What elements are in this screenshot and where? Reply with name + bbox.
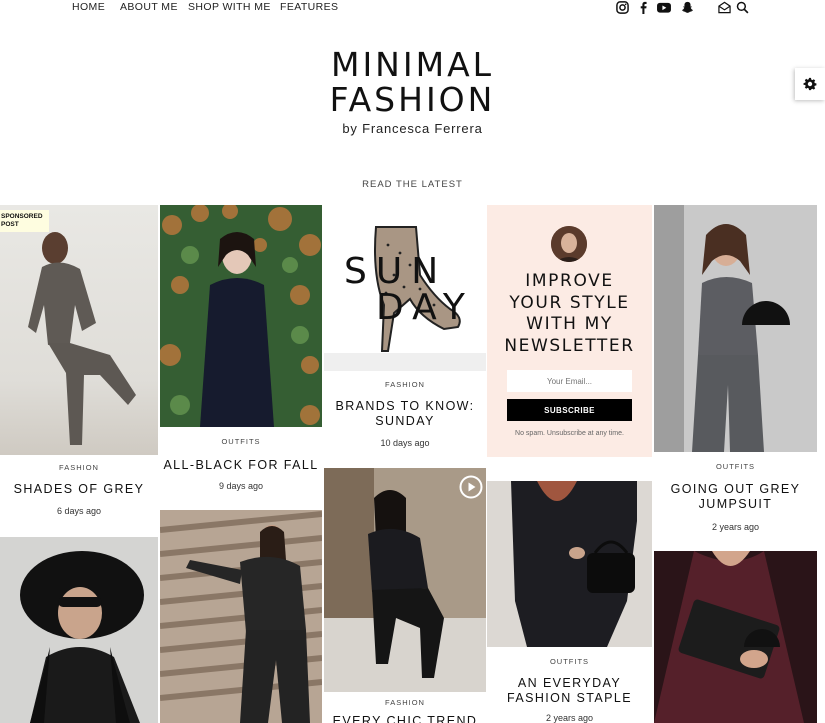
model-figure <box>324 468 486 692</box>
post-card-body: FASHION SHADES OF GREY 6 days ago <box>0 455 158 535</box>
mail-icon[interactable] <box>717 1 731 14</box>
facebook-icon[interactable] <box>636 1 650 14</box>
post-card-body: OUTFITS AN EVERYDAY FASHION STAPLE 2 yea… <box>487 647 652 723</box>
post-date: 2 years ago <box>545 713 594 723</box>
post-image-burgundy[interactable] <box>654 551 817 723</box>
post-card-shades-of-grey[interactable]: SPONSORED POST FASHION SHADES OF GREY 6 d… <box>0 205 158 535</box>
site-byline: by Francesca Ferrera <box>342 121 483 136</box>
post-image[interactable]: SUN DAY <box>324 205 486 371</box>
subscribe-button[interactable]: SUBSCRIBE <box>507 399 632 421</box>
search-icon[interactable] <box>735 1 749 14</box>
post-date: 10 days ago <box>380 438 430 448</box>
post-card-body: OUTFITS ALL-BLACK FOR FALL 9 days ago <box>160 427 322 508</box>
model-figure <box>487 481 652 647</box>
post-category[interactable]: FASHION <box>324 698 486 707</box>
nav-home[interactable]: HOME <box>72 1 105 13</box>
post-image-hat[interactable] <box>0 537 158 723</box>
instagram-icon[interactable] <box>615 1 629 14</box>
model-figure <box>160 205 322 427</box>
post-image[interactable] <box>160 205 322 427</box>
post-category[interactable]: FASHION <box>0 463 158 472</box>
post-title-line-1[interactable]: AN EVERYDAY <box>487 676 652 691</box>
model-figure <box>28 232 136 445</box>
newsletter-heading: IMPROVE YOUR STYLE WITH MY NEWSLETTER <box>487 271 652 357</box>
post-category[interactable]: OUTFITS <box>160 437 322 446</box>
nav-shop-with-me[interactable]: SHOP WITH ME <box>188 1 271 13</box>
nav-features[interactable]: FEATURES <box>280 1 338 13</box>
post-title[interactable]: SHADES OF GREY <box>0 482 158 497</box>
post-date: 2 years ago <box>711 522 760 532</box>
post-title-line-2[interactable]: FASHION STAPLE <box>487 691 652 706</box>
post-title-line-1[interactable]: BRANDS TO KNOW: <box>324 399 486 414</box>
post-card-chic-trend[interactable] <box>324 468 486 692</box>
post-card-everyday-staple[interactable]: OUTFITS AN EVERYDAY FASHION STAPLE 2 yea… <box>487 481 652 723</box>
sponsored-badge: SPONSORED POST <box>0 210 49 232</box>
newsletter-heading-line: NEWSLETTER <box>504 335 635 356</box>
overlay-text-sun: SUN <box>344 251 448 292</box>
post-image[interactable] <box>324 468 486 692</box>
snapchat-icon[interactable] <box>680 1 694 14</box>
youtube-icon[interactable] <box>656 1 672 14</box>
post-card-body: FASHION BRANDS TO KNOW: SUNDAY 10 days a… <box>324 371 486 466</box>
post-date: 9 days ago <box>218 481 264 491</box>
model-figure <box>654 551 817 723</box>
post-category[interactable]: FASHION <box>324 380 486 389</box>
post-category[interactable]: OUTFITS <box>654 462 817 471</box>
newsletter-heading-line: WITH MY <box>526 314 613 334</box>
post-title-line-2[interactable]: JUMPSUIT <box>654 497 817 512</box>
top-navigation: HOME ABOUT ME SHOP WITH ME FEATURES <box>0 0 825 16</box>
post-title-line-2[interactable]: SUNDAY <box>324 414 486 429</box>
site-logo-line-2[interactable]: FASHION <box>0 83 825 117</box>
newsletter-heading-line: YOUR STYLE <box>509 292 630 313</box>
model-figure <box>160 510 322 723</box>
newsletter-heading-line: IMPROVE <box>525 271 614 291</box>
overlay-text-day: DAY <box>376 287 474 328</box>
post-card-body: OUTFITS GOING OUT GREY JUMPSUIT 2 years … <box>654 452 817 549</box>
model-figure <box>654 205 817 452</box>
model-figure <box>0 537 158 723</box>
nav-about-me[interactable]: ABOUT ME <box>120 1 178 13</box>
post-card-all-black[interactable]: OUTFITS ALL-BLACK FOR FALL 9 days ago <box>160 205 322 508</box>
post-title[interactable]: EVERY CHIC TREND <box>324 714 486 723</box>
post-card-body: FASHION EVERY CHIC TREND <box>324 692 486 723</box>
post-image[interactable] <box>487 481 652 647</box>
play-video-icon[interactable] <box>459 475 483 499</box>
newsletter-signup: IMPROVE YOUR STYLE WITH MY NEWSLETTER SU… <box>487 205 652 457</box>
post-title[interactable]: ALL-BLACK FOR FALL <box>160 458 322 473</box>
post-card-brands-sunday[interactable]: SUN DAY FASHION BRANDS TO KNOW: SUNDAY 1… <box>324 205 486 466</box>
newsletter-note: No spam. Unsubscribe at any time. <box>515 430 624 437</box>
post-image[interactable] <box>654 205 817 452</box>
avatar <box>551 226 587 262</box>
gear-icon <box>803 77 817 91</box>
site-logo-line-1[interactable]: MINIMAL <box>0 48 825 82</box>
email-field[interactable] <box>507 370 632 392</box>
post-title-line-1[interactable]: GOING OUT GREY <box>654 482 817 497</box>
settings-button[interactable] <box>795 68 825 100</box>
post-card-grey-jumpsuit[interactable]: OUTFITS GOING OUT GREY JUMPSUIT 2 years … <box>654 205 817 549</box>
post-image-knit[interactable] <box>160 510 322 723</box>
post-image[interactable]: SPONSORED POST <box>0 205 158 455</box>
post-category[interactable]: OUTFITS <box>487 657 652 666</box>
post-date: 6 days ago <box>56 506 102 516</box>
section-title: READ THE LATEST <box>362 179 463 190</box>
